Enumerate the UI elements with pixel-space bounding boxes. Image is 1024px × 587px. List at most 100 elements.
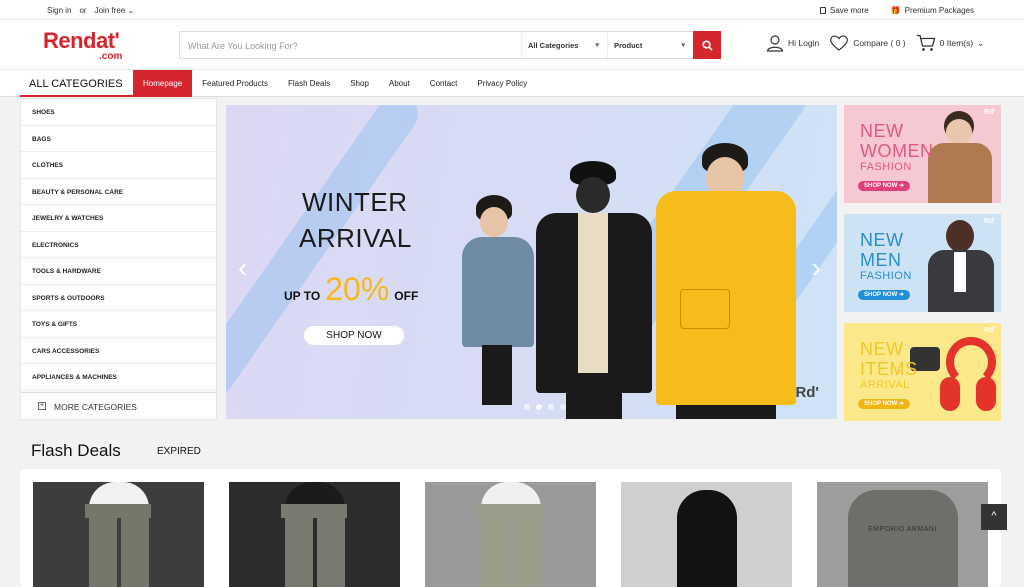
banner-line3: FASHION <box>860 161 912 173</box>
promo-banner-women[interactable]: NEW WOMEN FASHION SHOP NOW ➜ Rd' <box>844 105 1001 203</box>
more-categories-button[interactable]: + MORE CATEGORIES <box>21 392 216 419</box>
back-to-top-button[interactable]: ^ <box>981 504 1007 530</box>
all-categories-toggle[interactable]: ALL CATEGORIES <box>20 70 133 97</box>
flash-deals-title: Flash Deals <box>31 441 121 460</box>
nav-link-featured-products[interactable]: Featured Products <box>192 70 278 97</box>
decor-stripe <box>226 105 426 404</box>
gift-icon: 🎁 <box>890 6 901 15</box>
product-card[interactable] <box>229 482 400 587</box>
save-more-label: Save more <box>829 6 869 15</box>
nav-link-about[interactable]: About <box>379 70 420 97</box>
heart-icon <box>830 35 849 51</box>
compare-link[interactable]: Compare ( 0 ) <box>829 34 906 52</box>
sidebar-item-sports-outdoors[interactable]: SPORTS & OUTDOORS <box>21 285 216 311</box>
product-card[interactable]: EMPORIO ARMANI <box>817 482 988 587</box>
hero-watermark: Rd' <box>795 384 819 401</box>
banner-line2: MEN <box>860 250 902 270</box>
sidebar-item-clothes[interactable]: CLOTHES <box>21 152 216 179</box>
compare-label: Compare ( 0 ) <box>853 38 906 48</box>
category-sidebar: SHOES BAGS CLOTHES BEAUTY & PERSONAL CARE JE… <box>20 98 217 420</box>
flash-deals-products: EMPORIO ARMANI <box>20 469 1001 587</box>
offer-off: OFF <box>394 289 419 303</box>
save-more-link[interactable]: Save more <box>819 6 869 15</box>
banner-line1: NEW <box>860 339 904 359</box>
sidebar-item-jewelry-watches[interactable]: JEWELRY & WATCHES <box>21 205 216 232</box>
hero-model-man-black <box>534 161 654 419</box>
banner-line3: FASHION <box>860 270 912 282</box>
product-card[interactable] <box>33 482 204 587</box>
hero-model-man-yellow <box>656 143 806 419</box>
chevron-down-icon: ⌄ <box>977 37 985 48</box>
category-list: SHOES BAGS CLOTHES BEAUTY & PERSONAL CARE JE… <box>21 99 216 391</box>
sidebar-item-appliances-machines[interactable]: APPLIANCES & MACHINES <box>21 364 216 391</box>
chevron-right-icon: › <box>811 252 821 283</box>
sidebar-item-tools-hardware[interactable]: TOOLS & HARDWARE <box>21 258 216 285</box>
login-label: Hi Login <box>788 38 820 48</box>
product-print: EMPORIO ARMANI <box>868 526 937 533</box>
offer-up-to: UP TO <box>284 289 321 303</box>
login-link[interactable]: Hi Login <box>766 34 819 52</box>
carousel-prev-button[interactable]: ‹ <box>238 254 247 282</box>
header: Rendat' .com What Are You Looking For? A… <box>0 20 1024 70</box>
sidebar-item-toys-gifts[interactable]: TOYS & GIFTS <box>21 311 216 338</box>
search-input[interactable]: What Are You Looking For? <box>180 32 521 58</box>
sign-in-link[interactable]: Sign in <box>47 6 71 15</box>
cart-icon <box>916 34 935 51</box>
hero-offer: UP TO 20% OFF <box>284 271 418 308</box>
premium-packages-link[interactable]: 🎁 Premium Packages <box>891 6 974 15</box>
nav-link-shop[interactable]: Shop <box>340 70 379 97</box>
premium-packages-label: Premium Packages <box>904 6 974 15</box>
product-card[interactable] <box>425 482 596 587</box>
nav-links: Homepage Featured Products Flash Deals Shop… <box>133 70 537 97</box>
carousel-dot[interactable] <box>548 404 554 410</box>
nav-link-privacy-policy[interactable]: Privacy Policy <box>467 70 537 97</box>
product-card[interactable] <box>621 482 792 587</box>
carousel-dot[interactable] <box>536 404 542 410</box>
hero-model-kid <box>462 195 542 415</box>
more-categories-label: MORE CATEGORIES <box>54 402 137 412</box>
promo-banner-items[interactable]: NEW ITEMS ARRIVAL SHOP NOW ➜ Rd' <box>844 323 1001 421</box>
search-button[interactable] <box>693 31 721 59</box>
join-free-label: Join free <box>94 6 126 15</box>
banner-line3: ARRIVAL <box>860 379 910 391</box>
caret-down-icon: ▾ <box>595 42 599 49</box>
cart-label: 0 Item(s) <box>939 38 974 48</box>
banner-line2: ITEMS <box>860 359 918 379</box>
banner-line2: WOMEN <box>860 141 934 161</box>
join-free-link[interactable]: Join free ⌄ <box>95 6 135 15</box>
type-select-value: Product <box>614 41 643 50</box>
banner-watermark: Rd' <box>984 109 995 116</box>
type-select[interactable]: Product ▾ <box>607 32 693 58</box>
category-select[interactable]: All Categories ▾ <box>521 32 607 58</box>
cart-link[interactable]: 0 Item(s) ⌄ <box>916 34 985 52</box>
hero-shop-now-button[interactable]: SHOP NOW <box>304 326 404 345</box>
sidebar-item-cars-accessories[interactable]: CARS ACCESSORIES <box>21 338 216 364</box>
carousel-next-button[interactable]: › <box>812 254 821 282</box>
top-bar: Sign in or Join free ⌄ Save more 🎁 Premiu… <box>0 0 1024 20</box>
banner-shop-now-button[interactable]: SHOP NOW ➜ <box>858 399 910 409</box>
banner-shop-now-button[interactable]: SHOP NOW ➜ <box>858 290 910 300</box>
logo[interactable]: Rendat' .com <box>43 28 143 64</box>
flash-deals-status: EXPIRED <box>157 446 201 457</box>
sidebar-item-shoes[interactable]: SHOES <box>21 99 216 126</box>
nav-link-contact[interactable]: Contact <box>420 70 468 97</box>
carousel-dot[interactable] <box>524 404 530 410</box>
search-bar: What Are You Looking For? All Categories… <box>179 31 721 59</box>
carousel-dot[interactable] <box>560 404 566 410</box>
plus-icon: + <box>38 402 46 410</box>
sidebar-item-electronics[interactable]: ELECTRONICS <box>21 232 216 258</box>
nav-link-homepage[interactable]: Homepage <box>133 70 193 97</box>
carousel-dots <box>524 404 566 410</box>
banner-line1: NEW <box>860 230 904 250</box>
banner-shop-now-button[interactable]: SHOP NOW ➜ <box>858 181 910 191</box>
nav-link-flash-deals[interactable]: Flash Deals <box>278 70 340 97</box>
promo-banner-men[interactable]: NEW MEN FASHION SHOP NOW ➜ Rd' <box>844 214 1001 312</box>
sidebar-item-bags[interactable]: BAGS <box>21 126 216 152</box>
search-icon <box>701 39 713 51</box>
sidebar-item-beauty-personal-care[interactable]: BEAUTY & PERSONAL CARE <box>21 179 216 205</box>
logo-sub: .com <box>99 51 123 62</box>
offer-percent: 20% <box>325 271 390 307</box>
hero-carousel[interactable]: WINTER ARRIVAL UP TO 20% OFF SHOP NOW ‹ … <box>226 105 837 419</box>
category-select-value: All Categories <box>528 41 579 50</box>
hero-title-line1: WINTER <box>302 187 408 217</box>
